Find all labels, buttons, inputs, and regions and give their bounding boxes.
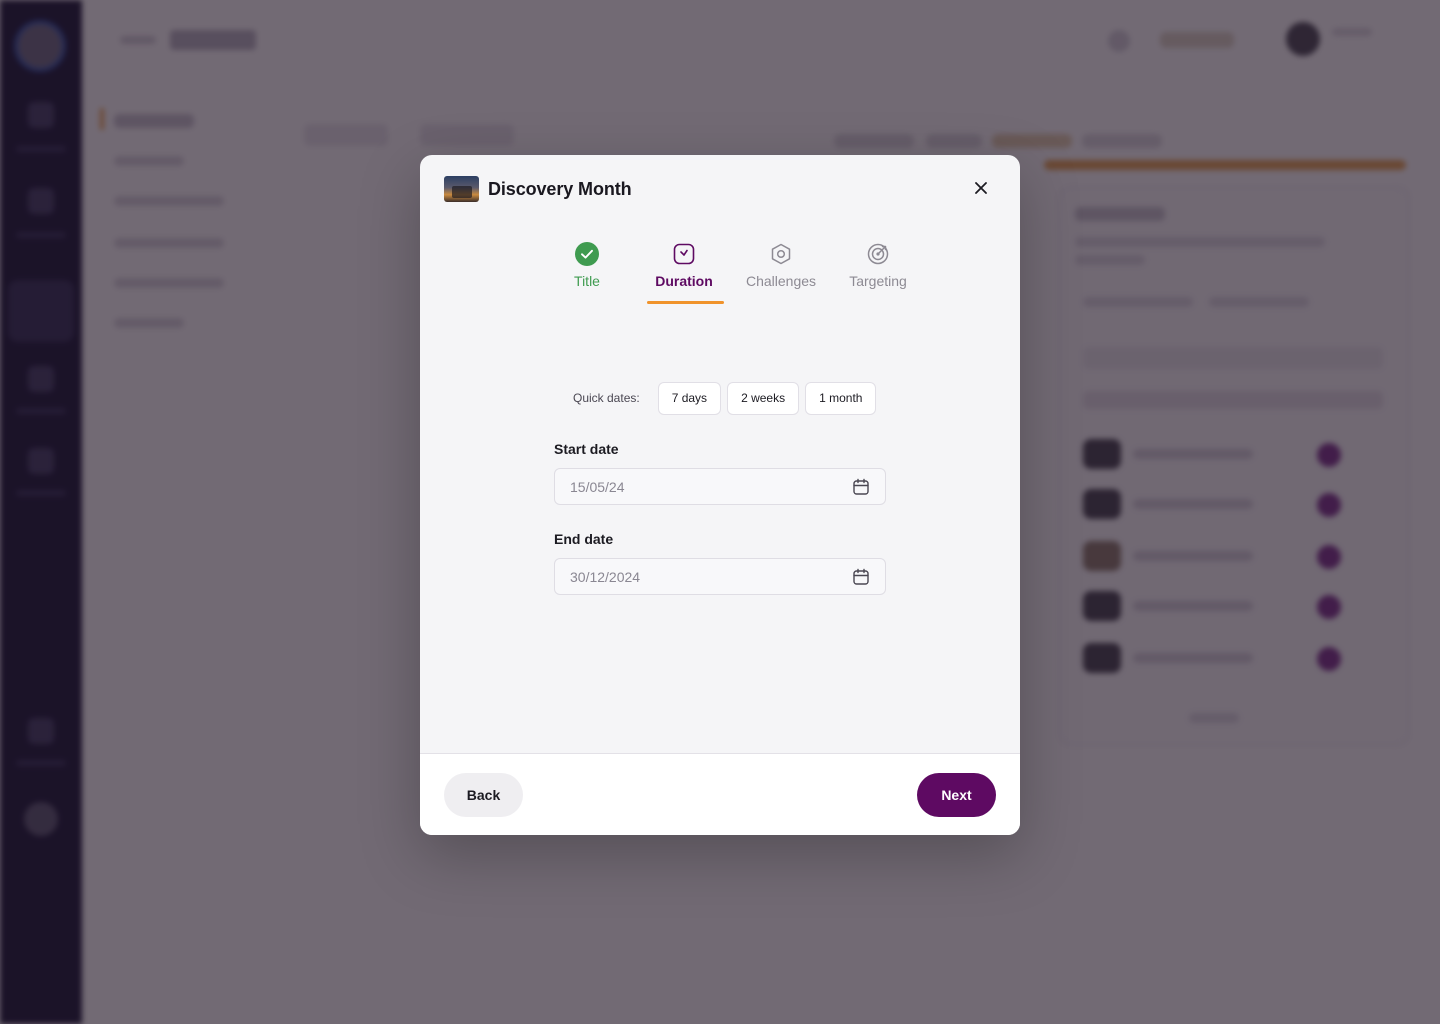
step-title[interactable]: Title — [542, 239, 632, 289]
quick-dates-label: Quick dates: — [573, 391, 640, 405]
calendar-icon[interactable] — [852, 478, 870, 496]
target-icon — [867, 243, 889, 265]
calendar-icon[interactable] — [852, 568, 870, 586]
start-date-input[interactable] — [570, 469, 840, 504]
start-date-label: Start date — [554, 441, 619, 457]
close-icon — [975, 182, 987, 194]
step-challenges[interactable]: Challenges — [736, 239, 826, 289]
quick-date-7-days-button[interactable]: 7 days — [657, 381, 722, 415]
quick-date-1-month-button[interactable]: 1 month — [805, 381, 877, 415]
step-label: Title — [574, 273, 600, 289]
step-label: Duration — [655, 273, 713, 289]
check-circle-icon — [575, 242, 599, 266]
hexagon-icon — [771, 243, 791, 265]
modal-header: Discovery Month — [444, 175, 632, 203]
clock-icon — [673, 243, 695, 265]
quick-date-2-weeks-button[interactable]: 2 weeks — [727, 381, 800, 415]
next-button[interactable]: Next — [917, 773, 996, 817]
modal-title: Discovery Month — [488, 178, 632, 199]
step-label: Challenges — [745, 273, 817, 289]
modal-footer: Back Next — [420, 753, 1020, 835]
step-label: Targeting — [849, 273, 907, 289]
end-date-label: End date — [554, 531, 614, 547]
step-duration[interactable]: Duration — [639, 239, 729, 304]
event-thumbnail — [444, 176, 479, 202]
step-targeting[interactable]: Targeting — [833, 239, 923, 289]
stepper: Title Duration Challenges Targeting — [542, 239, 907, 309]
active-step-indicator — [647, 301, 724, 304]
start-date-field[interactable] — [554, 468, 886, 505]
end-date-input[interactable] — [570, 559, 840, 594]
end-date-field[interactable] — [554, 558, 886, 595]
back-button[interactable]: Back — [444, 773, 523, 817]
duration-modal: Discovery Month Title Duration Challenge… — [420, 155, 1020, 835]
quick-dates: Quick dates: 7 days 2 weeks 1 month — [573, 381, 882, 415]
close-button[interactable] — [972, 179, 990, 197]
